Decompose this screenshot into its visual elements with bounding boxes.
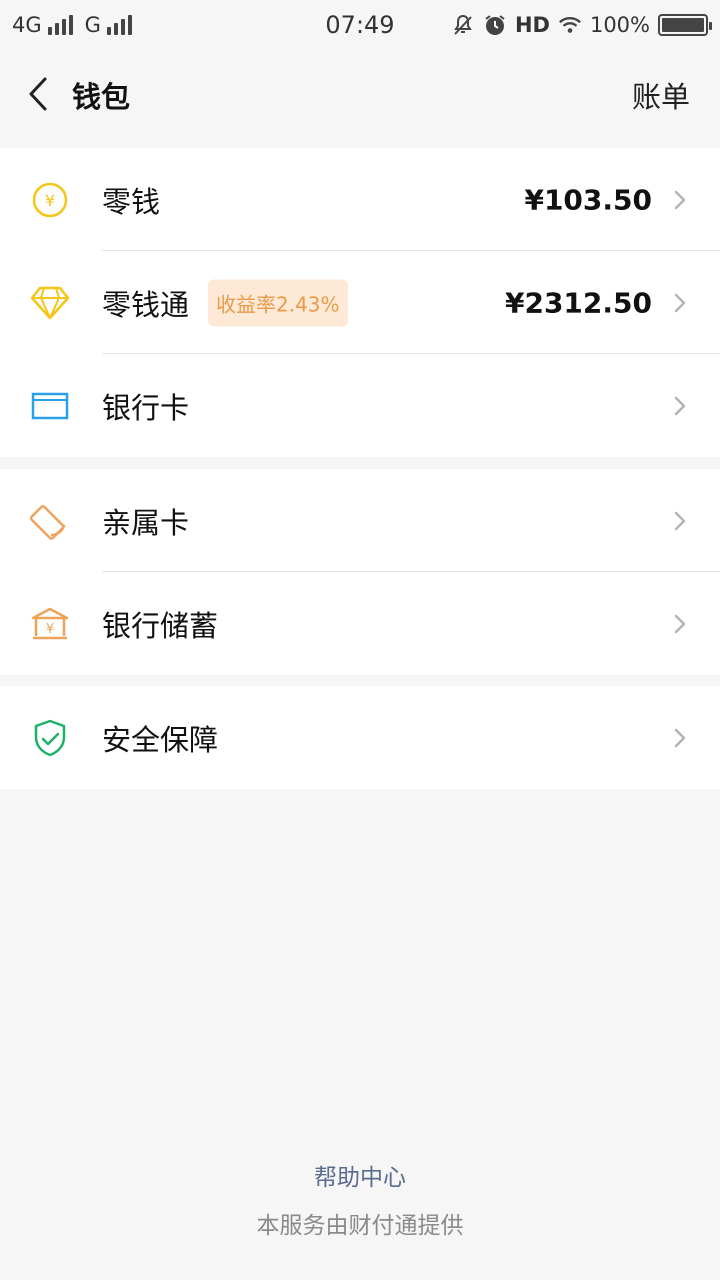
yield-rate-badge: 收益率2.43% — [208, 279, 348, 326]
family-card-row[interactable]: 亲属卡 — [0, 469, 720, 572]
provider-note: 本服务由财付通提供 — [256, 1213, 464, 1239]
bank-savings-icon: ¥ — [30, 604, 70, 644]
chevron-right-icon — [674, 511, 686, 530]
battery-icon — [658, 14, 712, 36]
signal-icon — [47, 15, 73, 35]
chevron-left-icon — [29, 77, 47, 111]
app-header: 钱包 账单 — [0, 50, 720, 136]
status-right: HD 100% — [451, 13, 712, 37]
bank-card-icon — [30, 386, 70, 426]
security-row[interactable]: 安全保障 — [0, 686, 720, 789]
change-row[interactable]: ¥ 零钱 ¥103.50 — [0, 148, 720, 251]
bank-card-label: 银行卡 — [102, 390, 190, 425]
lingqiantong-amount: ¥2312.50 — [504, 286, 652, 319]
status-left: 4G G — [12, 13, 132, 37]
diamond-icon — [30, 283, 70, 323]
signal-icon-2 — [106, 15, 132, 35]
chevron-right-icon — [674, 293, 686, 312]
change-label: 零钱 — [102, 184, 161, 219]
svg-text:¥: ¥ — [45, 191, 55, 210]
chevron-right-icon — [674, 190, 686, 209]
lingqiantong-row[interactable]: 零钱通 收益率2.43% ¥2312.50 — [0, 251, 720, 354]
back-button[interactable] — [20, 74, 56, 114]
status-bar: 4G G 07:49 HD 100% — [0, 0, 720, 50]
chevron-right-icon — [674, 396, 686, 415]
wallet-balance-section: ¥ 零钱 ¥103.50 零钱通 收益率2.43% ¥2312.50 银行卡 — [0, 148, 720, 457]
shield-check-icon — [30, 718, 70, 758]
lingqiantong-label: 零钱通 — [102, 287, 190, 322]
security-label: 安全保障 — [102, 722, 219, 757]
yuan-coin-icon: ¥ — [30, 180, 70, 220]
page-title: 钱包 — [72, 80, 131, 114]
family-card-icon — [30, 501, 70, 541]
change-amount: ¥103.50 — [524, 183, 652, 216]
bill-button[interactable]: 账单 — [632, 74, 690, 116]
security-section: 安全保障 — [0, 686, 720, 789]
bank-savings-label: 银行储蓄 — [102, 608, 219, 643]
network-g-label: G — [84, 13, 101, 37]
svg-text:¥: ¥ — [46, 622, 54, 637]
wifi-icon — [558, 13, 582, 37]
mute-bell-icon — [451, 13, 475, 37]
chevron-right-icon — [674, 728, 686, 747]
help-center-link[interactable]: 帮助中心 — [0, 1158, 720, 1192]
battery-percent: 100% — [589, 13, 650, 37]
services-section: 亲属卡 ¥ 银行储蓄 — [0, 469, 720, 675]
hd-label: HD — [514, 13, 550, 37]
bank-savings-row[interactable]: ¥ 银行储蓄 — [0, 572, 720, 675]
family-card-label: 亲属卡 — [102, 505, 190, 540]
network-4g-label: 4G — [12, 13, 42, 37]
alarm-icon — [483, 13, 507, 37]
chevron-right-icon — [674, 614, 686, 633]
bank-card-row[interactable]: 银行卡 — [0, 354, 720, 457]
